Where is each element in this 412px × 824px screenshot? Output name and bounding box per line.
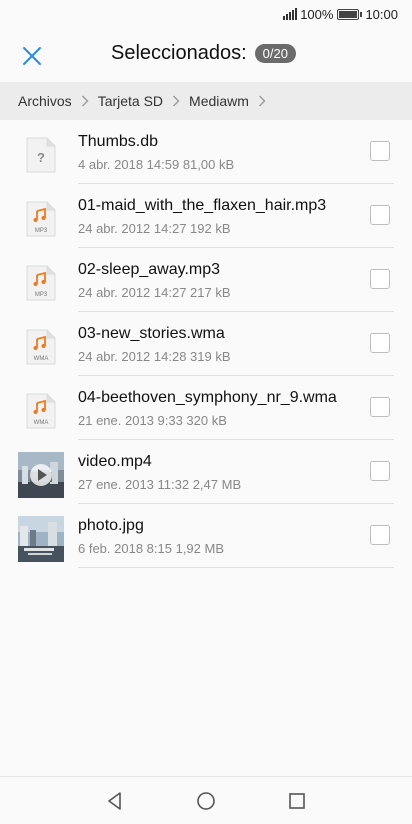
file-name: 03-new_stories.wma [78, 325, 225, 342]
file-name: Thumbs.db [78, 133, 159, 150]
page-title: Seleccionados: [111, 42, 247, 64]
file-name: 02-sleep_away.mp3 [78, 261, 221, 278]
select-checkbox[interactable] [370, 461, 390, 481]
file-name: video.mp4 [78, 453, 152, 470]
file-name: photo.jpg [78, 517, 144, 534]
file-meta: 24 abr. 2012 14:27 217 kB [78, 285, 231, 300]
select-checkbox[interactable] [370, 397, 390, 417]
selection-header: Seleccionados: 0/20 [0, 28, 412, 82]
file-row-04-beethoven[interactable]: WMA 04-beethoven_symphony_nr_9.wma 21 en… [0, 376, 412, 440]
select-checkbox[interactable] [370, 205, 390, 225]
file-meta: 24 abr. 2012 14:28 319 kB [78, 349, 231, 364]
recents-button[interactable] [286, 790, 308, 812]
chevron-right-icon [81, 95, 89, 107]
battery-percentage: 100% [300, 6, 334, 22]
file-row-03-new-stories[interactable]: WMA 03-new_stories.wma 24 abr. 2012 14:2… [0, 312, 412, 376]
status-bar: 100% 10:00 [0, 0, 412, 28]
select-checkbox[interactable] [370, 525, 390, 545]
file-meta: 27 ene. 2013 11:32 2,47 MB [78, 477, 242, 492]
file-name: 04-beethoven_symphony_nr_9.wma [78, 389, 337, 406]
audio-file-icon: MP3 [26, 201, 56, 237]
file-row-thumbs-db[interactable]: ? Thumbs.db 4 abr. 2018 14:59 81,00 kB [0, 120, 412, 184]
home-button[interactable] [195, 790, 217, 812]
svg-text:WMA: WMA [34, 356, 49, 362]
file-meta: 21 ene. 2013 9:33 320 kB [78, 413, 227, 428]
clock: 10:00 [365, 6, 398, 22]
file-meta: 6 feb. 2018 8:15 1,92 MB [78, 541, 224, 556]
chevron-right-icon [258, 95, 266, 107]
select-checkbox[interactable] [370, 141, 390, 161]
audio-file-icon: WMA [26, 393, 56, 429]
signal-icon [283, 8, 298, 20]
chevron-right-icon [173, 95, 180, 107]
svg-text:MP3: MP3 [35, 292, 48, 298]
audio-file-icon: WMA [26, 329, 56, 365]
photo-thumbnail [18, 516, 64, 562]
breadcrumb-mediawm[interactable]: Mediawm [189, 93, 249, 109]
close-icon [23, 47, 41, 65]
back-button[interactable] [104, 790, 126, 812]
close-button[interactable] [18, 42, 46, 70]
battery-icon [337, 8, 363, 20]
file-row-01-maid[interactable]: MP3 01-maid_with_the_flaxen_hair.mp3 24 … [0, 184, 412, 248]
recents-icon [289, 793, 305, 809]
select-checkbox[interactable] [370, 269, 390, 289]
svg-text:MP3: MP3 [35, 228, 48, 234]
select-checkbox[interactable] [370, 333, 390, 353]
file-meta: 24 abr. 2012 14:27 192 kB [78, 221, 231, 236]
video-thumbnail [18, 452, 64, 498]
divider [78, 567, 394, 568]
file-row-video-mp4[interactable]: video.mp4 27 ene. 2013 11:32 2,47 MB [0, 440, 412, 504]
breadcrumb-archivos[interactable]: Archivos [18, 93, 72, 109]
svg-text:?: ? [37, 150, 45, 165]
home-icon [197, 792, 215, 810]
selection-count-badge: 0/20 [254, 44, 296, 63]
file-row-02-sleep-away[interactable]: MP3 02-sleep_away.mp3 24 abr. 2012 14:27… [0, 248, 412, 312]
file-row-photo-jpg[interactable]: photo.jpg 6 feb. 2018 8:15 1,92 MB [0, 504, 412, 568]
svg-text:WMA: WMA [34, 420, 49, 426]
file-name: 01-maid_with_the_flaxen_hair.mp3 [78, 197, 327, 214]
breadcrumb: Archivos Tarjeta SD Mediawm [0, 82, 412, 120]
unknown-file-icon: ? [26, 137, 56, 173]
navigation-bar [0, 776, 412, 824]
file-meta: 4 abr. 2018 14:59 81,00 kB [78, 157, 235, 172]
back-icon [108, 792, 121, 810]
audio-file-icon: MP3 [26, 265, 56, 301]
file-list: ? Thumbs.db 4 abr. 2018 14:59 81,00 kB M… [0, 120, 412, 568]
breadcrumb-tarjeta-sd[interactable]: Tarjeta SD [98, 93, 163, 109]
